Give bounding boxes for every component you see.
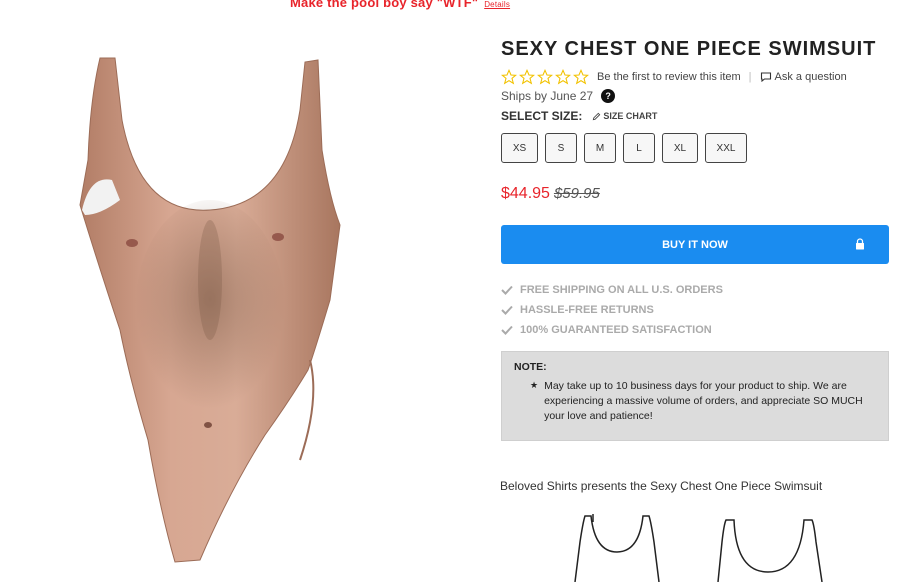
product-image[interactable] bbox=[60, 40, 360, 580]
note-body: ★ May take up to 10 business days for yo… bbox=[514, 379, 876, 424]
divider: | bbox=[748, 71, 752, 83]
buy-it-now-button[interactable]: BUY IT NOW bbox=[501, 225, 889, 264]
ask-question-link[interactable]: Ask a question bbox=[760, 71, 847, 83]
original-price: $59.95 bbox=[553, 185, 600, 202]
product-description: Beloved Shirts presents the Sexy Chest O… bbox=[500, 479, 823, 493]
perk-item: HASSLE-FREE RETURNS bbox=[501, 300, 889, 320]
star-rating[interactable] bbox=[501, 69, 589, 85]
check-icon bbox=[501, 325, 513, 335]
lock-icon bbox=[856, 238, 864, 250]
perks-list: FREE SHIPPING ON ALL U.S. ORDERS HASSLE-… bbox=[501, 280, 889, 340]
select-size-label: SELECT SIZE: bbox=[501, 109, 583, 123]
product-title: SEXY CHEST ONE PIECE SWIMSUIT bbox=[501, 38, 877, 60]
star-icon bbox=[519, 69, 535, 85]
size-option-xl[interactable]: XL bbox=[662, 133, 698, 163]
product-info: SEXY CHEST ONE PIECE SWIMSUIT Be the fir… bbox=[501, 38, 889, 441]
size-option-l[interactable]: L bbox=[623, 133, 655, 163]
pencil-icon bbox=[593, 112, 601, 120]
bullet-star-icon: ★ bbox=[530, 380, 539, 390]
review-link[interactable]: Be the first to review this item bbox=[597, 71, 741, 83]
size-option-xxl[interactable]: XXL bbox=[705, 133, 747, 163]
ships-by-row: Ships by June 27 ? bbox=[501, 89, 889, 103]
size-chart-label: SIZE CHART bbox=[603, 111, 658, 121]
ships-by-text: Ships by June 27 bbox=[501, 89, 594, 103]
chat-bubble-icon bbox=[760, 72, 771, 82]
perk-label: FREE SHIPPING ON ALL U.S. ORDERS bbox=[520, 284, 723, 296]
help-icon[interactable]: ? bbox=[601, 89, 616, 103]
sale-price: $44.95 bbox=[501, 185, 550, 202]
star-icon bbox=[573, 69, 589, 85]
star-icon bbox=[537, 69, 553, 85]
perk-label: HASSLE-FREE RETURNS bbox=[520, 304, 654, 316]
size-option-s[interactable]: S bbox=[545, 133, 577, 163]
note-text: May take up to 10 business days for your… bbox=[544, 380, 863, 422]
swimsuit-back-sketch bbox=[717, 519, 823, 582]
promo-text: Make the pool boy say "WTF" bbox=[290, 0, 479, 10]
rating-row: Be the first to review this item | Ask a… bbox=[501, 69, 889, 85]
perk-item: 100% GUARANTEED SATISFACTION bbox=[501, 320, 889, 340]
check-icon bbox=[501, 305, 513, 315]
size-options: XS S M L XL XXL bbox=[501, 133, 889, 163]
star-icon bbox=[555, 69, 571, 85]
swimsuit-front-sketch bbox=[574, 514, 660, 582]
perk-label: 100% GUARANTEED SATISFACTION bbox=[520, 324, 712, 336]
note-title: NOTE: bbox=[514, 361, 547, 373]
star-icon bbox=[501, 69, 517, 85]
ask-question-label: Ask a question bbox=[774, 71, 847, 83]
select-size-row: SELECT SIZE: SIZE CHART bbox=[501, 109, 889, 123]
size-option-xs[interactable]: XS bbox=[501, 133, 538, 163]
buy-it-now-label: BUY IT NOW bbox=[662, 238, 728, 251]
price-row: $44.95 $59.95 bbox=[501, 185, 889, 203]
size-chart-link[interactable]: SIZE CHART bbox=[592, 111, 657, 121]
shipping-note: NOTE: ★ May take up to 10 business days … bbox=[501, 351, 889, 441]
perk-item: FREE SHIPPING ON ALL U.S. ORDERS bbox=[501, 280, 889, 300]
check-icon bbox=[501, 285, 513, 295]
promo-details-link[interactable]: Details bbox=[484, 0, 510, 9]
size-option-m[interactable]: M bbox=[584, 133, 616, 163]
promo-banner: Make the pool boy say "WTF" Details bbox=[290, 0, 510, 10]
